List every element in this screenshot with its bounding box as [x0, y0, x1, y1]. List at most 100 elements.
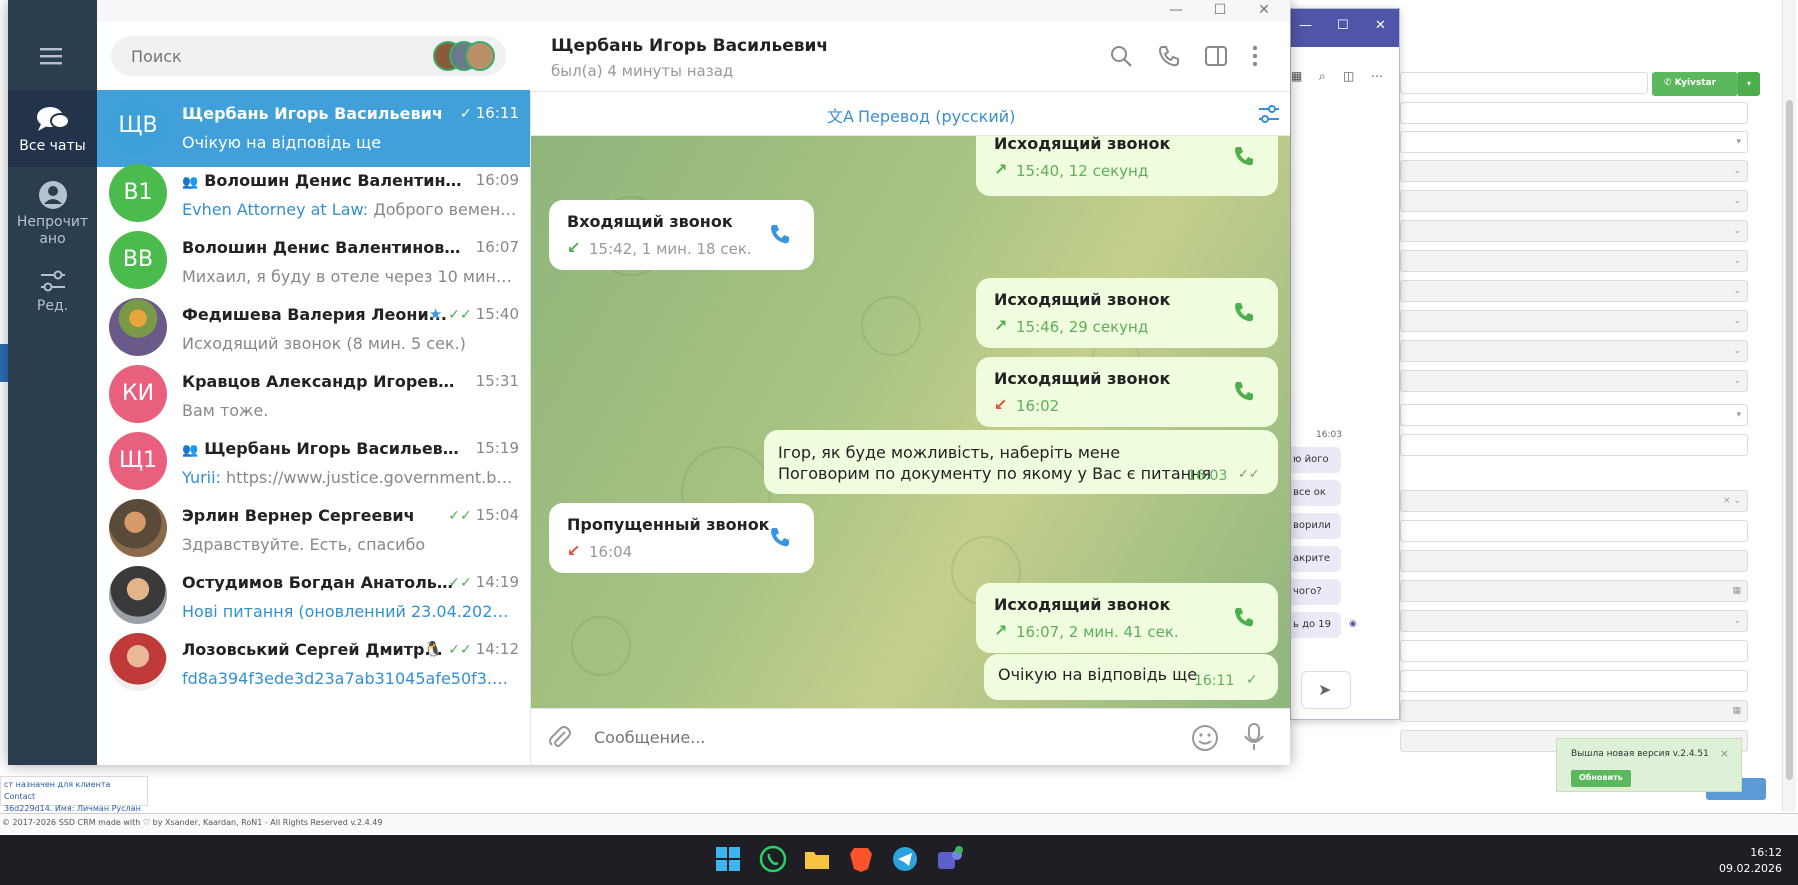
chat-item-erlin[interactable]: Эрлин Вернер Сергеевич ✓✓ 15:04 Здравству…: [97, 492, 530, 569]
chevron-down-icon: ⌄: [1733, 166, 1741, 176]
chat-header[interactable]: Щербань Игорь Васильевич был(а) 4 минуты…: [531, 22, 1290, 92]
minimize-icon[interactable]: —: [1299, 18, 1312, 33]
crm-select[interactable]: ⌄: [1400, 370, 1748, 392]
folder-all-chats[interactable]: Все чаты: [8, 90, 97, 167]
phone-icon[interactable]: [768, 222, 794, 248]
crm-select[interactable]: ⌄: [1400, 220, 1748, 242]
chat-name: Федишева Валерия Леони...: [182, 305, 447, 324]
minimize-icon[interactable]: —: [1154, 0, 1198, 22]
phone-icon[interactable]: [1232, 300, 1258, 326]
phone-icon[interactable]: [768, 525, 794, 551]
folder-unread[interactable]: Непрочит ано: [8, 178, 97, 258]
search-icon[interactable]: ⌕: [1319, 69, 1326, 84]
send-button[interactable]: ➤: [1301, 671, 1351, 709]
crm-select[interactable]: ▾: [1400, 404, 1748, 426]
phone-icon[interactable]: [1232, 144, 1258, 170]
translate-bar[interactable]: 文A Перевод (русский): [531, 92, 1290, 136]
text-message[interactable]: Очікую на відповідь ще 16:11 ✓: [984, 654, 1278, 700]
message-composer: [531, 708, 1290, 765]
crm-select[interactable]: ⌄: [1400, 310, 1748, 332]
crm-call-label: Kyivstar: [1674, 78, 1717, 88]
folder-label: Ред.: [36, 298, 69, 314]
sidebar-toggle-icon[interactable]: [1204, 44, 1228, 68]
chat-item-lozovsky[interactable]: Лозовський Сергей Дмитр... 🐧 ✓✓ 14:12 fd8a…: [97, 626, 530, 703]
scrollbar-thumb[interactable]: [1786, 100, 1793, 780]
phone-icon[interactable]: [1232, 605, 1258, 631]
call-message[interactable]: Исходящий звонок ↗ 16:07, 2 мин. 41 сек.: [976, 583, 1278, 653]
call-details: 16:04: [589, 543, 633, 561]
translate-button[interactable]: 文A Перевод (русский): [827, 103, 1015, 127]
close-icon[interactable]: ✕: [1242, 0, 1286, 22]
story-avatar[interactable]: [465, 41, 495, 71]
crm-select[interactable]: ⌄: [1400, 250, 1748, 272]
teams-app[interactable]: [935, 845, 963, 873]
microphone-icon[interactable]: [1243, 722, 1265, 752]
crm-field[interactable]: [1400, 670, 1748, 692]
start-button[interactable]: [714, 845, 742, 873]
text-message[interactable]: Ігор, як буде можливість, наберіть мене …: [764, 430, 1278, 494]
maximize-icon[interactable]: ☐: [1337, 18, 1349, 33]
call-message[interactable]: Исходящий звонок ↗ 15:46, 29 секунд: [976, 278, 1278, 348]
call-message[interactable]: Исходящий звонок ↗ 15:40, 12 секунд: [976, 136, 1278, 196]
chat-item-voloshin-group[interactable]: В1 👥 Волошин Денис Валентинови... 16:09 E…: [97, 157, 530, 234]
call-details: 16:02: [1016, 397, 1060, 415]
update-button[interactable]: Обновить: [1571, 770, 1631, 787]
brave-app[interactable]: [847, 845, 875, 873]
more-vertical-icon[interactable]: [1249, 44, 1261, 68]
phone-icon[interactable]: [1157, 44, 1181, 68]
crm-field[interactable]: [1400, 550, 1748, 572]
crm-field[interactable]: [1400, 102, 1748, 124]
chat-title[interactable]: Щербань Игорь Васильевич: [551, 36, 828, 56]
whatsapp-app[interactable]: [759, 845, 787, 873]
message-area[interactable]: Исходящий звонок ↗ 15:40, 12 секунд Вход…: [531, 136, 1290, 708]
message-input[interactable]: [594, 709, 1154, 765]
crm-select[interactable]: ⌄: [1400, 340, 1748, 362]
search-input[interactable]: [111, 36, 411, 76]
crm-select[interactable]: ▾: [1400, 131, 1748, 153]
telegram-app[interactable]: [891, 845, 919, 873]
panel-icon[interactable]: ◫: [1343, 69, 1354, 83]
file-explorer-app[interactable]: [803, 845, 831, 873]
crm-date-field[interactable]: ▦: [1400, 580, 1748, 602]
crm-update-notification: Вышла новая версия v.2.4.51 × Обновить: [1556, 738, 1742, 792]
crm-call-button[interactable]: ✆ Kyivstar: [1652, 72, 1738, 96]
close-icon[interactable]: ×: [1720, 747, 1729, 760]
crm-select[interactable]: ⌄: [1400, 610, 1748, 632]
call-message[interactable]: Входящий звонок ↙ 15:42, 1 мин. 18 сек.: [549, 200, 814, 270]
chat-item-shcherban[interactable]: ЩВ Щербань Игорь Васильевич ✓ 16:11 Очіку…: [97, 90, 530, 167]
emoji-icon[interactable]: [1191, 724, 1219, 752]
chat-item-ostudimov[interactable]: Остудимов Богдан Анатольев... ✓✓ 14:19 Но…: [97, 559, 530, 636]
crm-field[interactable]: [1400, 640, 1748, 662]
crm-field[interactable]: [1400, 520, 1748, 542]
chat-item-kravtsov[interactable]: КИ Кравцов Александр Игоревич★ 15:31 Вам…: [97, 358, 530, 435]
crm-select[interactable]: × ⌄: [1400, 490, 1748, 512]
crm-call-dropdown[interactable]: ▾: [1738, 72, 1760, 96]
translate-settings-icon[interactable]: [1257, 104, 1281, 124]
system-clock[interactable]: 16:12 09.02.2026: [1719, 845, 1782, 877]
chat-item-voloshin[interactable]: ВВ Волошин Денис Валентинович★ 16:07 Мих…: [97, 224, 530, 301]
crm-field[interactable]: [1400, 434, 1748, 456]
folder-edit[interactable]: Ред.: [8, 268, 97, 328]
side-chat-window: — ☐ ✕ ▦ ⌕ ◫ ⋯ 16:03 ю його все ок ворили…: [1290, 8, 1400, 720]
phone-icon[interactable]: [1232, 379, 1258, 405]
call-message[interactable]: Исходящий звонок ↙ 16:02: [976, 357, 1278, 427]
crm-phone-field[interactable]: [1400, 72, 1648, 94]
search-icon[interactable]: [1109, 44, 1133, 68]
window-titlebar: — ☐ ✕: [8, 0, 1290, 22]
grid-icon[interactable]: ▦: [1291, 69, 1302, 83]
menu-button[interactable]: [38, 46, 66, 66]
chat-item-shcherban-group[interactable]: Щ1 👥Щербань Игорь Васильевич 1... 15:19 …: [97, 425, 530, 502]
crm-date-field[interactable]: ▦: [1400, 700, 1748, 722]
attach-icon[interactable]: [547, 725, 573, 751]
call-title: Исходящий звонок: [994, 290, 1171, 309]
crm-scrollbar[interactable]: [1782, 0, 1796, 812]
chat-item-fedisheva[interactable]: Федишева Валерия Леони... ★ ✓✓ 15:40 Исход…: [97, 291, 530, 368]
call-message[interactable]: Пропущенный звонок ↙ 16:04: [549, 503, 814, 573]
crm-select[interactable]: ⌄: [1400, 190, 1748, 212]
crm-select[interactable]: ⌄: [1400, 160, 1748, 182]
search-box[interactable]: [111, 36, 506, 76]
maximize-icon[interactable]: ☐: [1198, 0, 1242, 22]
more-icon[interactable]: ⋯: [1371, 69, 1383, 83]
close-icon[interactable]: ✕: [1375, 18, 1386, 33]
crm-select[interactable]: ⌄: [1400, 280, 1748, 302]
